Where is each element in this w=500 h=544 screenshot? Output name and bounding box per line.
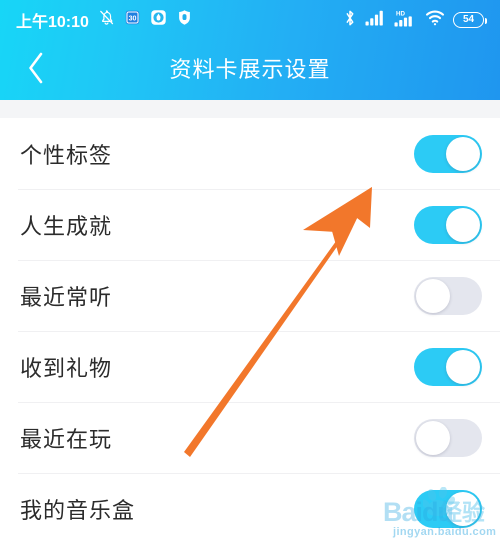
signal-bars-icon — [365, 9, 386, 31]
list-item-row[interactable]: 人生成就 — [0, 189, 500, 260]
battery-level: 54 — [462, 14, 475, 25]
toggle-switch[interactable] — [414, 276, 482, 315]
list-item-row[interactable]: 最近常听 — [0, 260, 500, 331]
app-header: 上午10:10 30 HD 54 资料卡展示设置 — [0, 0, 500, 100]
status-bar: 上午10:10 30 HD 54 — [0, 0, 500, 40]
setting-label: 人生成就 — [20, 213, 113, 239]
battery-indicator: 54 — [453, 12, 487, 28]
setting-label: 最近在玩 — [20, 426, 113, 452]
hd-signal-bars-icon: HD — [394, 9, 417, 32]
setting-label: 我的音乐盒 — [20, 497, 136, 523]
status-bar-right: HD 54 — [343, 9, 487, 32]
toggle-knob — [446, 207, 480, 242]
toggle-switch[interactable] — [414, 347, 482, 386]
toggle-knob — [416, 420, 450, 455]
toggle-knob — [446, 136, 480, 171]
status-bar-left: 上午10:10 30 — [16, 8, 193, 32]
bluetooth-icon — [343, 9, 357, 32]
toggle-switch[interactable] — [414, 418, 482, 457]
section-gap — [0, 100, 500, 118]
calendar-30-icon: 30 — [124, 9, 141, 31]
setting-label: 个性标签 — [20, 142, 113, 168]
toggle-switch[interactable] — [414, 205, 482, 244]
list-item-row[interactable]: 个性标签 — [0, 118, 500, 189]
toggle-switch[interactable] — [414, 134, 482, 173]
svg-text:HD: HD — [396, 10, 405, 17]
list-item-row[interactable]: 最近在玩 — [0, 402, 500, 473]
sync-circle-icon — [150, 9, 167, 31]
title-bar: 资料卡展示设置 — [0, 40, 500, 100]
list-item-row[interactable]: 我的音乐盒 — [0, 473, 500, 544]
phone-screen: 上午10:10 30 HD 54 资料卡展示设置 个性标签 人生成就 最近常听 … — [0, 0, 500, 544]
page-title: 资料卡展示设置 — [169, 57, 331, 82]
wifi-icon — [425, 9, 445, 31]
security-shield-icon — [176, 9, 193, 31]
toggle-knob — [416, 278, 450, 313]
setting-label: 最近常听 — [20, 284, 113, 310]
svg-text:30: 30 — [129, 15, 137, 23]
settings-list: 个性标签 人生成就 最近常听 收到礼物 最近在玩 我的音乐盒 — [0, 118, 500, 544]
list-item-row[interactable]: 收到礼物 — [0, 331, 500, 402]
toggle-switch[interactable] — [414, 489, 482, 528]
setting-label: 收到礼物 — [20, 355, 113, 381]
alarm-silent-icon — [98, 9, 115, 31]
toggle-knob — [446, 491, 480, 526]
status-clock: 上午10:10 — [16, 14, 89, 31]
toggle-knob — [446, 349, 480, 384]
